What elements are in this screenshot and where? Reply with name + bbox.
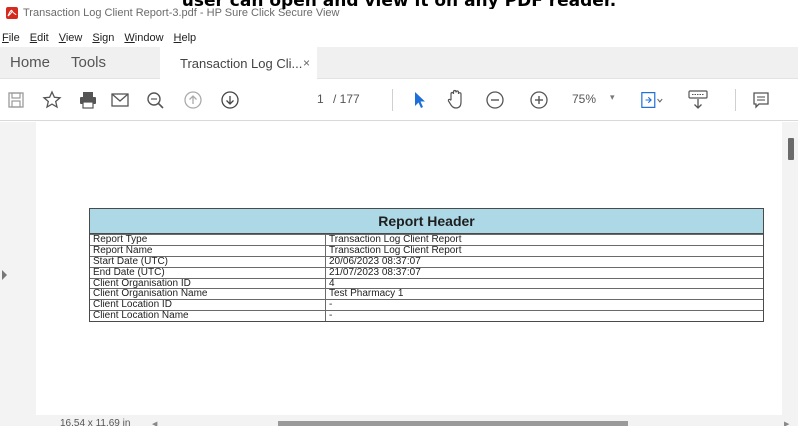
toolbar-divider [735,89,736,111]
menu-help[interactable]: Help [174,32,197,44]
menu-bar: File Edit View Sign Window Help [0,28,798,47]
zoom-in-icon[interactable] [527,88,551,112]
menu-mnemonic: S [92,31,100,44]
menu-mnemonic: F [2,31,9,44]
bookmark-star-icon[interactable] [40,88,64,112]
table-row: Report Name Transaction Log Client Repor… [90,244,763,256]
scroll-right-icon[interactable]: ▶ [784,420,789,426]
menu-label: ile [8,31,20,44]
table-row: Client Organisation Name Test Pharmacy 1 [90,288,763,300]
toolbar-divider [392,89,393,111]
menu-sign[interactable]: Sign [92,32,114,44]
keyboard-scroll-icon[interactable] [686,88,710,112]
table-cell-key: Report Name [90,245,326,256]
table-row: Report Type Transaction Log Client Repor… [90,234,763,245]
menu-mnemonic: W [124,31,135,44]
tab-document[interactable]: Transaction Log Cli... × [160,47,317,79]
menu-mnemonic: E [29,31,38,44]
report-header-title: Report Header [90,209,763,234]
menu-label: iew [65,31,83,44]
table-row: Start Date (UTC) 20/06/2023 08:37:07 [90,255,763,267]
menu-label: indow [134,31,164,44]
table-cell-value: - [329,300,333,311]
menu-view[interactable]: View [59,32,83,44]
table-cell-value: 20/06/2023 08:37:07 [329,256,421,267]
menu-mnemonic: V [58,31,66,44]
page-number-input[interactable]: 1 [317,92,324,106]
previous-page-icon[interactable] [181,88,205,112]
table-cell-key: Client Location Name [90,311,326,322]
menu-file[interactable]: File [2,32,20,44]
chevron-down-icon[interactable]: ▾ [610,92,615,103]
table-cell-value: Transaction Log Client Report [329,245,462,256]
table-cell-key: Report Type [90,235,326,245]
print-icon[interactable] [76,88,100,112]
table-cell-value: Test Pharmacy 1 [329,289,404,300]
zoom-level-select[interactable]: 75% [572,92,596,106]
page-size-label: 16.54 x 11.69 in [60,418,131,426]
table-cell-key: Client Location ID [90,300,326,311]
table-row: End Date (UTC) 21/07/2023 08:37:07 [90,266,763,278]
table-row: Client Location ID - [90,299,763,311]
tab-document-label: Transaction Log Cli... [180,56,303,71]
menu-edit[interactable]: Edit [30,32,49,44]
save-icon[interactable] [4,88,28,112]
table-cell-key: Start Date (UTC) [90,256,326,267]
comment-icon[interactable] [749,88,773,112]
table-cell-value: 4 [329,278,335,289]
page-fit-icon[interactable] [640,88,664,112]
page-total: / 177 [333,92,360,106]
tab-close-icon[interactable]: × [303,56,310,70]
zoom-out-icon[interactable] [483,88,507,112]
report-header-table: Report Header Report Type Transaction Lo… [89,208,764,323]
tab-tools[interactable]: Tools [71,54,106,71]
select-cursor-icon[interactable] [408,88,432,112]
horizontal-scrollbar-thumb[interactable] [278,421,628,426]
next-page-icon[interactable] [218,88,242,112]
table-cell-key: End Date (UTC) [90,267,326,278]
table-cell-key: Client Organisation Name [90,289,326,300]
menu-label: elp [181,31,197,44]
left-panel-toggle-icon[interactable] [2,270,7,280]
zoom-search-icon[interactable] [143,88,167,112]
tab-bar: Home Tools Transaction Log Cli... × [0,47,798,79]
table-cell-value: Transaction Log Client Report [329,235,462,245]
table-cell-value: - [329,311,333,322]
hand-tool-icon[interactable] [444,88,468,112]
menu-label: ign [99,31,115,44]
table-cell-key: Client Organisation ID [90,278,326,289]
vertical-scrollbar-thumb[interactable] [788,138,794,160]
table-row: Client Organisation ID 4 [90,277,763,289]
tab-home[interactable]: Home [10,54,50,71]
scroll-left-icon[interactable]: ◀ [152,420,157,426]
email-icon[interactable] [108,88,132,112]
table-cell-value: 21/07/2023 08:37:07 [329,267,421,278]
table-row: Client Location Name - [90,310,763,322]
toolbar: 1 / 177 75% ▾ [0,79,798,121]
menu-mnemonic: H [173,31,182,44]
caption-text: user can open and view it on any PDF rea… [0,0,798,9]
menu-label: dit [37,31,49,44]
menu-window[interactable]: Window [124,32,163,44]
